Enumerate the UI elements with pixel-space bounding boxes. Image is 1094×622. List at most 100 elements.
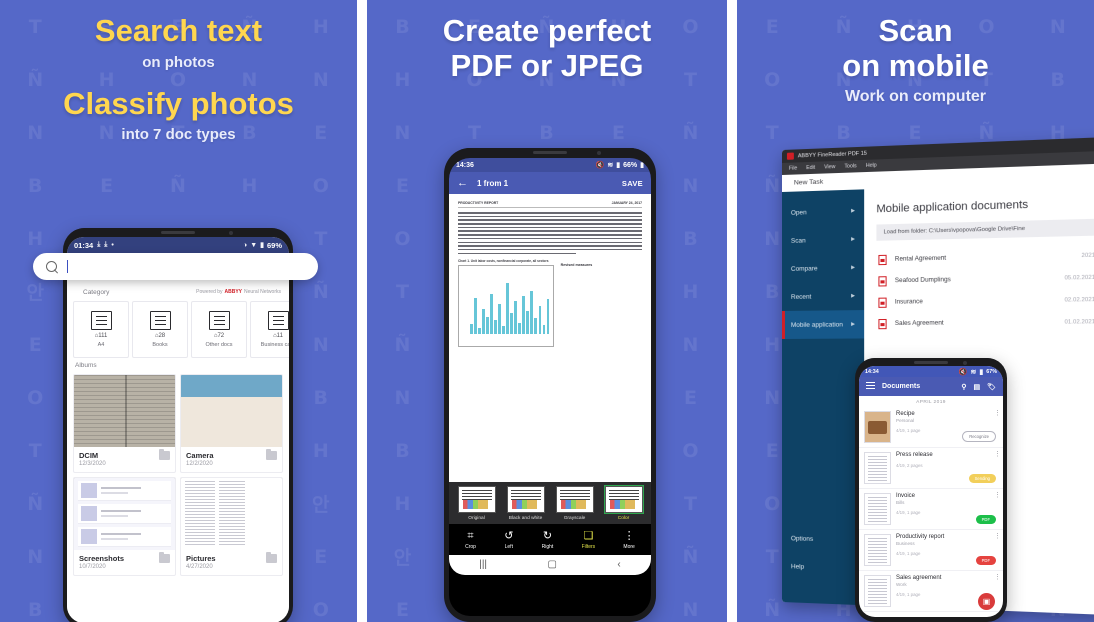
watermark-letter: T [765, 121, 780, 144]
album-date: 12/2/2020 [186, 461, 213, 467]
toolbar-button-more[interactable]: ⋮ More [623, 530, 634, 550]
status-badge[interactable]: PDF [975, 556, 996, 565]
pdf-file-icon [878, 318, 887, 329]
document-row[interactable]: Insurance 02.02.2021 15:42 [876, 288, 1094, 313]
watermark-letter: N [682, 598, 700, 621]
sidebar-item-options[interactable]: Options [782, 524, 864, 555]
filter-option[interactable]: Black and white [506, 486, 545, 521]
sidebar-item-compare[interactable]: Compare ▶ [782, 253, 864, 283]
status-time: 14:36 [456, 161, 474, 169]
category-card[interactable]: ⌂28 Books [132, 301, 188, 358]
folder-path-bar[interactable]: Load from folder: C:\Users\vpopova\Googl… [876, 218, 1094, 241]
document-row[interactable]: Sales Agreement 01.02.2021 15:09 [876, 310, 1094, 334]
album-card[interactable]: Pictures 4/27/2020 [180, 477, 283, 576]
watermark-letter: B [764, 280, 781, 303]
document-section-2: Revised measures [560, 263, 593, 268]
watermark-letter: Ñ [27, 492, 45, 515]
sidebar-item-recent[interactable]: Recent ▶ [782, 282, 864, 311]
back-icon[interactable]: ‹ [617, 559, 620, 570]
status-time: 01:34 [74, 240, 94, 250]
window-sidebar[interactable]: Open ▶ Scan ▶ Compare ▶ Recent ▶ Mobile applicat… [782, 189, 865, 606]
watermark-letter: H [682, 280, 700, 303]
editor-toolbar[interactable]: ⌗ Crop ↺ Left ↻ Right ❏ Filters ⋮ More [449, 523, 651, 555]
toolbar-button-right[interactable]: ↻ Right [542, 530, 554, 550]
menu-item-view[interactable]: View [824, 164, 835, 170]
toolbar-label: Left [504, 543, 513, 550]
document-timestamp: 05.02.2021 12:51 [1064, 274, 1094, 282]
status-bar: 01:34 ⤓ ⤓ • ◑ ▼ ▮ 69% [67, 237, 289, 253]
filter-option[interactable]: Color [603, 485, 644, 521]
panel1-subhead-1: on photos [142, 53, 215, 71]
album-thumbnail [74, 478, 175, 550]
watermark-letter: B [539, 121, 555, 144]
watermark-letter: Ñ [682, 121, 700, 144]
watermark-letter: E [100, 174, 115, 197]
search-icon [46, 260, 58, 273]
promo-screenshot-row: T B E Ñ H Ñ H O N N N N T B E B E Ñ H O H O N 안 T 안 T B E Ñ E Ñ H O N O N N T B… [0, 0, 1094, 622]
album-card[interactable]: Screenshots 10/7/2020 [73, 477, 176, 576]
recents-icon[interactable]: ||| [479, 559, 487, 570]
search-icon[interactable]: ⚲ [961, 383, 966, 391]
mobile-document-row[interactable]: Invoice Bills 4/19, 1 page ⋮ PDF [859, 489, 1003, 530]
document-thumbnail [864, 493, 891, 525]
watermark-letter: O [27, 386, 45, 409]
mobile-document-list[interactable]: Recipe Personal 4/19, 1 page ⋮ Recognize Pres… [859, 407, 1003, 612]
mobile-document-row[interactable]: Press release 4/19, 2 pages ⋮ Sending [859, 448, 1003, 489]
panel1-subhead-2: into 7 doc types [121, 126, 236, 144]
filter-strip[interactable]: Original Black and white Grayscale Color [449, 482, 651, 524]
category-card[interactable]: ⌂11 Business card [250, 301, 289, 358]
back-icon[interactable]: ← [457, 177, 468, 189]
category-card[interactable]: ⌂72 Other docs [191, 301, 247, 358]
album-card[interactable]: Camera 12/2/2020 [180, 374, 283, 473]
save-button[interactable]: SAVE [622, 179, 643, 188]
filter-option[interactable]: Original [457, 486, 496, 521]
watermark-letter: N [764, 227, 782, 250]
panel2-headline-2: PDF or JPEG [450, 47, 644, 83]
sidebar-item-open[interactable]: Open ▶ [782, 196, 864, 227]
album-card[interactable]: DCIM 12/3/2020 [73, 374, 176, 473]
watermark-letter: Ñ [170, 174, 187, 197]
sidebar-item-help[interactable]: Help [782, 552, 864, 583]
sidebar-item-mobile-application[interactable]: Mobile application ▶ [782, 310, 865, 339]
home-icon[interactable]: ▢ [548, 559, 557, 570]
category-card[interactable]: ⌂111 A4 [73, 301, 129, 358]
menu-item-tools[interactable]: Tools [844, 163, 856, 170]
category-row[interactable]: ⌂111 A4 ⌂28 Books ⌂72 Other docs ⌂11 Business c… [67, 301, 289, 358]
status-badge[interactable]: Sending [968, 474, 996, 483]
watermark-letter: O [394, 227, 412, 250]
hamburger-icon[interactable] [866, 381, 875, 392]
dot-icon: • [111, 241, 114, 249]
toolbar-button-left[interactable]: ↺ Left [504, 530, 513, 550]
mobile-document-row[interactable]: Productivity report Business 4/19, 1 page ⋮… [859, 530, 1003, 571]
chart-bar [530, 291, 533, 335]
document-meta: 4/19, 1 page [896, 592, 921, 597]
filter-option[interactable]: Grayscale [555, 486, 594, 521]
category-name: Other docs [205, 342, 233, 348]
card-icon [267, 311, 289, 330]
search-bar[interactable] [33, 253, 318, 280]
filter-thumbnail [555, 486, 594, 513]
list-icon[interactable]: ▤ [973, 383, 980, 391]
status-badge[interactable]: PDF [975, 515, 996, 524]
document-columns: Chart 1. Unit labor costs, nonfinancial … [458, 259, 642, 348]
toolbar-button-filters[interactable]: ❏ Filters [582, 530, 596, 550]
toolbar-button-crop[interactable]: ⌗ Crop [465, 530, 476, 550]
menu-item-help[interactable]: Help [866, 163, 877, 169]
folder-icon [159, 449, 170, 460]
menu-item-edit[interactable]: Edit [806, 165, 815, 171]
chevron-right-icon: ▶ [851, 236, 856, 243]
document-preview[interactable]: PRODUCTIVITY REPORT JANUARY 24, 2017 Cha… [449, 194, 651, 482]
menu-item-file[interactable]: File [789, 165, 797, 171]
android-navbar[interactable]: ||| ▢ ‹ [449, 554, 651, 575]
camera-fab-button[interactable]: ▣ [978, 593, 995, 610]
watermark-letter: N [764, 386, 782, 409]
mobile-document-row[interactable]: Recipe Personal 4/19, 1 page ⋮ Recognize [859, 407, 1003, 448]
document-list[interactable]: Rental Agreement 2021 10:37 Seafood Dumpli… [876, 244, 1094, 335]
chart-bar [518, 322, 521, 335]
tag-icon[interactable]: 🏷 [987, 383, 996, 391]
status-badge[interactable]: Recognize [962, 431, 996, 442]
sidebar-item-scan[interactable]: Scan ▶ [782, 225, 864, 255]
watermark-letter: E [314, 545, 329, 568]
document-row[interactable]: Seafood Dumplings 05.02.2021 12:51 [876, 266, 1094, 292]
document-meta: 4/19, 1 page [896, 551, 921, 556]
